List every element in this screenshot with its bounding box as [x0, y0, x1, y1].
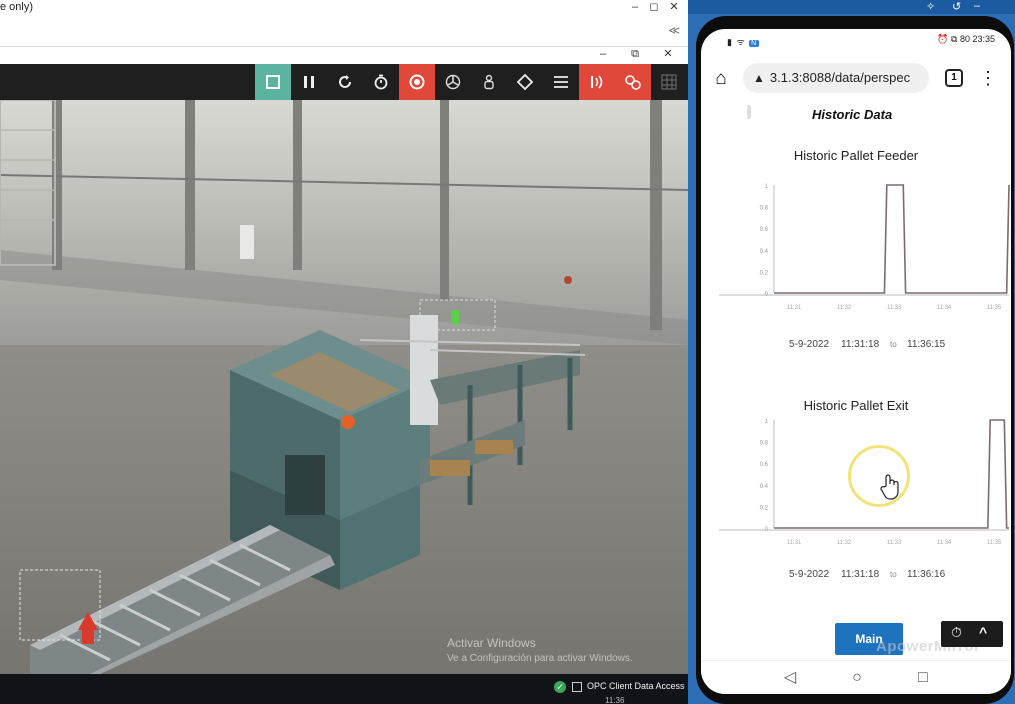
chevron-up-icon[interactable]: ^	[979, 624, 987, 640]
y-tick-label: 0.8	[760, 206, 769, 212]
target-icon[interactable]	[507, 64, 543, 100]
y-tick-label: 1	[765, 184, 769, 190]
opc-status-text[interactable]: OPC Client Data Access	[587, 681, 685, 691]
more-menu-icon[interactable]: ⋮	[979, 65, 997, 91]
activation-watermark-subtitle: Ve a Configuración para activar Windows.	[447, 653, 633, 664]
taskbar: ✓ OPC Client Data Access 11:36	[0, 674, 688, 704]
range-from: 11:31:18	[841, 339, 880, 350]
series-line	[774, 184, 1010, 294]
mirror-minimize-icon[interactable]: –	[974, 0, 980, 12]
minimize-icon[interactable]: –	[626, 0, 644, 15]
x-tick-label: 11:35	[987, 540, 1002, 546]
close-icon[interactable]: ✕	[665, 0, 683, 15]
y-tick-label: 0.4	[760, 484, 769, 490]
inner-minimize-icon[interactable]: –	[594, 47, 612, 62]
maximize-icon[interactable]: ◻	[645, 0, 663, 15]
page-title: Historic Data	[812, 107, 893, 122]
range-to: 11:36:15	[907, 339, 946, 350]
signal-indicators: ▮ ᯤ N	[727, 37, 760, 47]
range-to: 11:36:16	[907, 569, 946, 580]
range-date: 5-9-2022	[789, 569, 830, 580]
stopwatch-icon[interactable]: ⏱	[951, 624, 962, 641]
pallet-feeder-chart: 10.80.60.40.2011:3111:3211:3311:3411:351…	[719, 184, 1010, 311]
history-icon[interactable]: ↺	[952, 0, 961, 13]
mirror-top-strip	[688, 0, 1015, 14]
status-right: ⏰ ⧉ 80 23:35	[937, 34, 995, 44]
inner-title-bar: – ⧉ ✕	[0, 47, 688, 64]
opc-icon	[572, 682, 582, 692]
x-tick-label: 11:34	[937, 540, 952, 546]
drive-icon[interactable]	[615, 64, 651, 100]
taskbar-clock: 11:36	[605, 696, 625, 704]
range-to-label: to	[890, 340, 897, 349]
back-icon[interactable]: ◁	[778, 667, 802, 689]
x-tick-label: 11:33	[887, 540, 902, 546]
x-tick-label: 11:35	[987, 305, 1002, 311]
android-status-bar: ▮ ᯤ N ⏰ ⧉ 80 23:35	[701, 29, 1011, 51]
range-from: 11:31:18	[841, 569, 880, 580]
y-tick-label: 0.6	[760, 227, 769, 233]
x-tick-label: 11:34	[937, 305, 952, 311]
y-tick-label: 0.4	[760, 249, 769, 255]
fan-icon[interactable]	[435, 64, 471, 100]
x-tick-label: 11:31	[787, 305, 802, 311]
factory-scene	[0, 100, 688, 674]
browser-bar: ⌂ ▲ 3.1.3:8088/data/perspec 1 ⋮	[701, 51, 1011, 105]
record-icon[interactable]	[399, 64, 435, 100]
url-bar[interactable]: ▲ 3.1.3:8088/data/perspec	[743, 63, 929, 93]
pin-icon[interactable]: ✧	[926, 0, 935, 13]
simulation-toolbar	[0, 64, 688, 100]
address-area: ≪	[0, 15, 688, 47]
outer-window-title: e only)	[0, 1, 34, 13]
inner-close-icon[interactable]: ✕	[659, 47, 677, 62]
y-tick-label: 0.8	[760, 441, 769, 447]
outer-title-bar: e only) – ◻ ✕	[0, 0, 688, 15]
chart-title-feeder: Historic Pallet Feeder	[793, 148, 919, 163]
x-tick-label: 11:32	[837, 540, 852, 546]
broadcast-icon[interactable]	[579, 64, 615, 100]
stop-icon[interactable]	[255, 64, 291, 100]
simulation-app-window: e only) – ◻ ✕ ≪ – ⧉ ✕ Activar Windows Ve…	[0, 0, 688, 704]
sensor-icon[interactable]	[471, 64, 507, 100]
range-to-label: to	[890, 570, 897, 579]
inner-restore-icon[interactable]: ⧉	[626, 47, 644, 62]
collapse-icon[interactable]: ≪	[668, 24, 680, 37]
y-tick-label: 0.2	[760, 505, 769, 511]
range-date: 5-9-2022	[789, 339, 830, 350]
reset-icon[interactable]	[327, 64, 363, 100]
x-tick-label: 11:32	[837, 305, 852, 311]
mirror-overlay-controls: ⏱ ^	[941, 621, 1003, 647]
activation-watermark-title: Activar Windows	[447, 636, 536, 650]
y-tick-label: 0.2	[760, 270, 769, 276]
pause-icon[interactable]	[291, 64, 327, 100]
timer-icon[interactable]	[363, 64, 399, 100]
y-tick-label: 1	[765, 419, 769, 425]
x-tick-label: 11:31	[787, 540, 802, 546]
recents-icon[interactable]: □	[911, 667, 935, 689]
historic-data-page: Historic Data Historic Pallet Feeder 1 0.…	[701, 105, 1011, 660]
url-text: 3.1.3:8088/data/perspec	[769, 70, 911, 85]
android-nav-bar: ◁ ○ □	[701, 660, 1011, 694]
hand-cursor-icon	[880, 474, 899, 500]
home-circle-icon[interactable]: ○	[845, 667, 869, 689]
check-icon: ✓	[554, 681, 566, 693]
list-icon[interactable]	[543, 64, 579, 100]
x-tick-label: 11:33	[887, 305, 902, 311]
3d-viewport[interactable]: Activar Windows Ve a Configuración para …	[0, 100, 688, 674]
phone-screen: ▮ ᯤ N ⏰ ⧉ 80 23:35 ⌂ ▲ 3.1.3:8088/data/pe…	[701, 29, 1011, 694]
warning-icon: ▲	[753, 71, 765, 85]
grid-icon[interactable]	[651, 64, 687, 100]
home-icon[interactable]: ⌂	[709, 67, 733, 91]
y-tick-label: 0.6	[760, 462, 769, 468]
tabs-button[interactable]: 1	[945, 69, 963, 87]
